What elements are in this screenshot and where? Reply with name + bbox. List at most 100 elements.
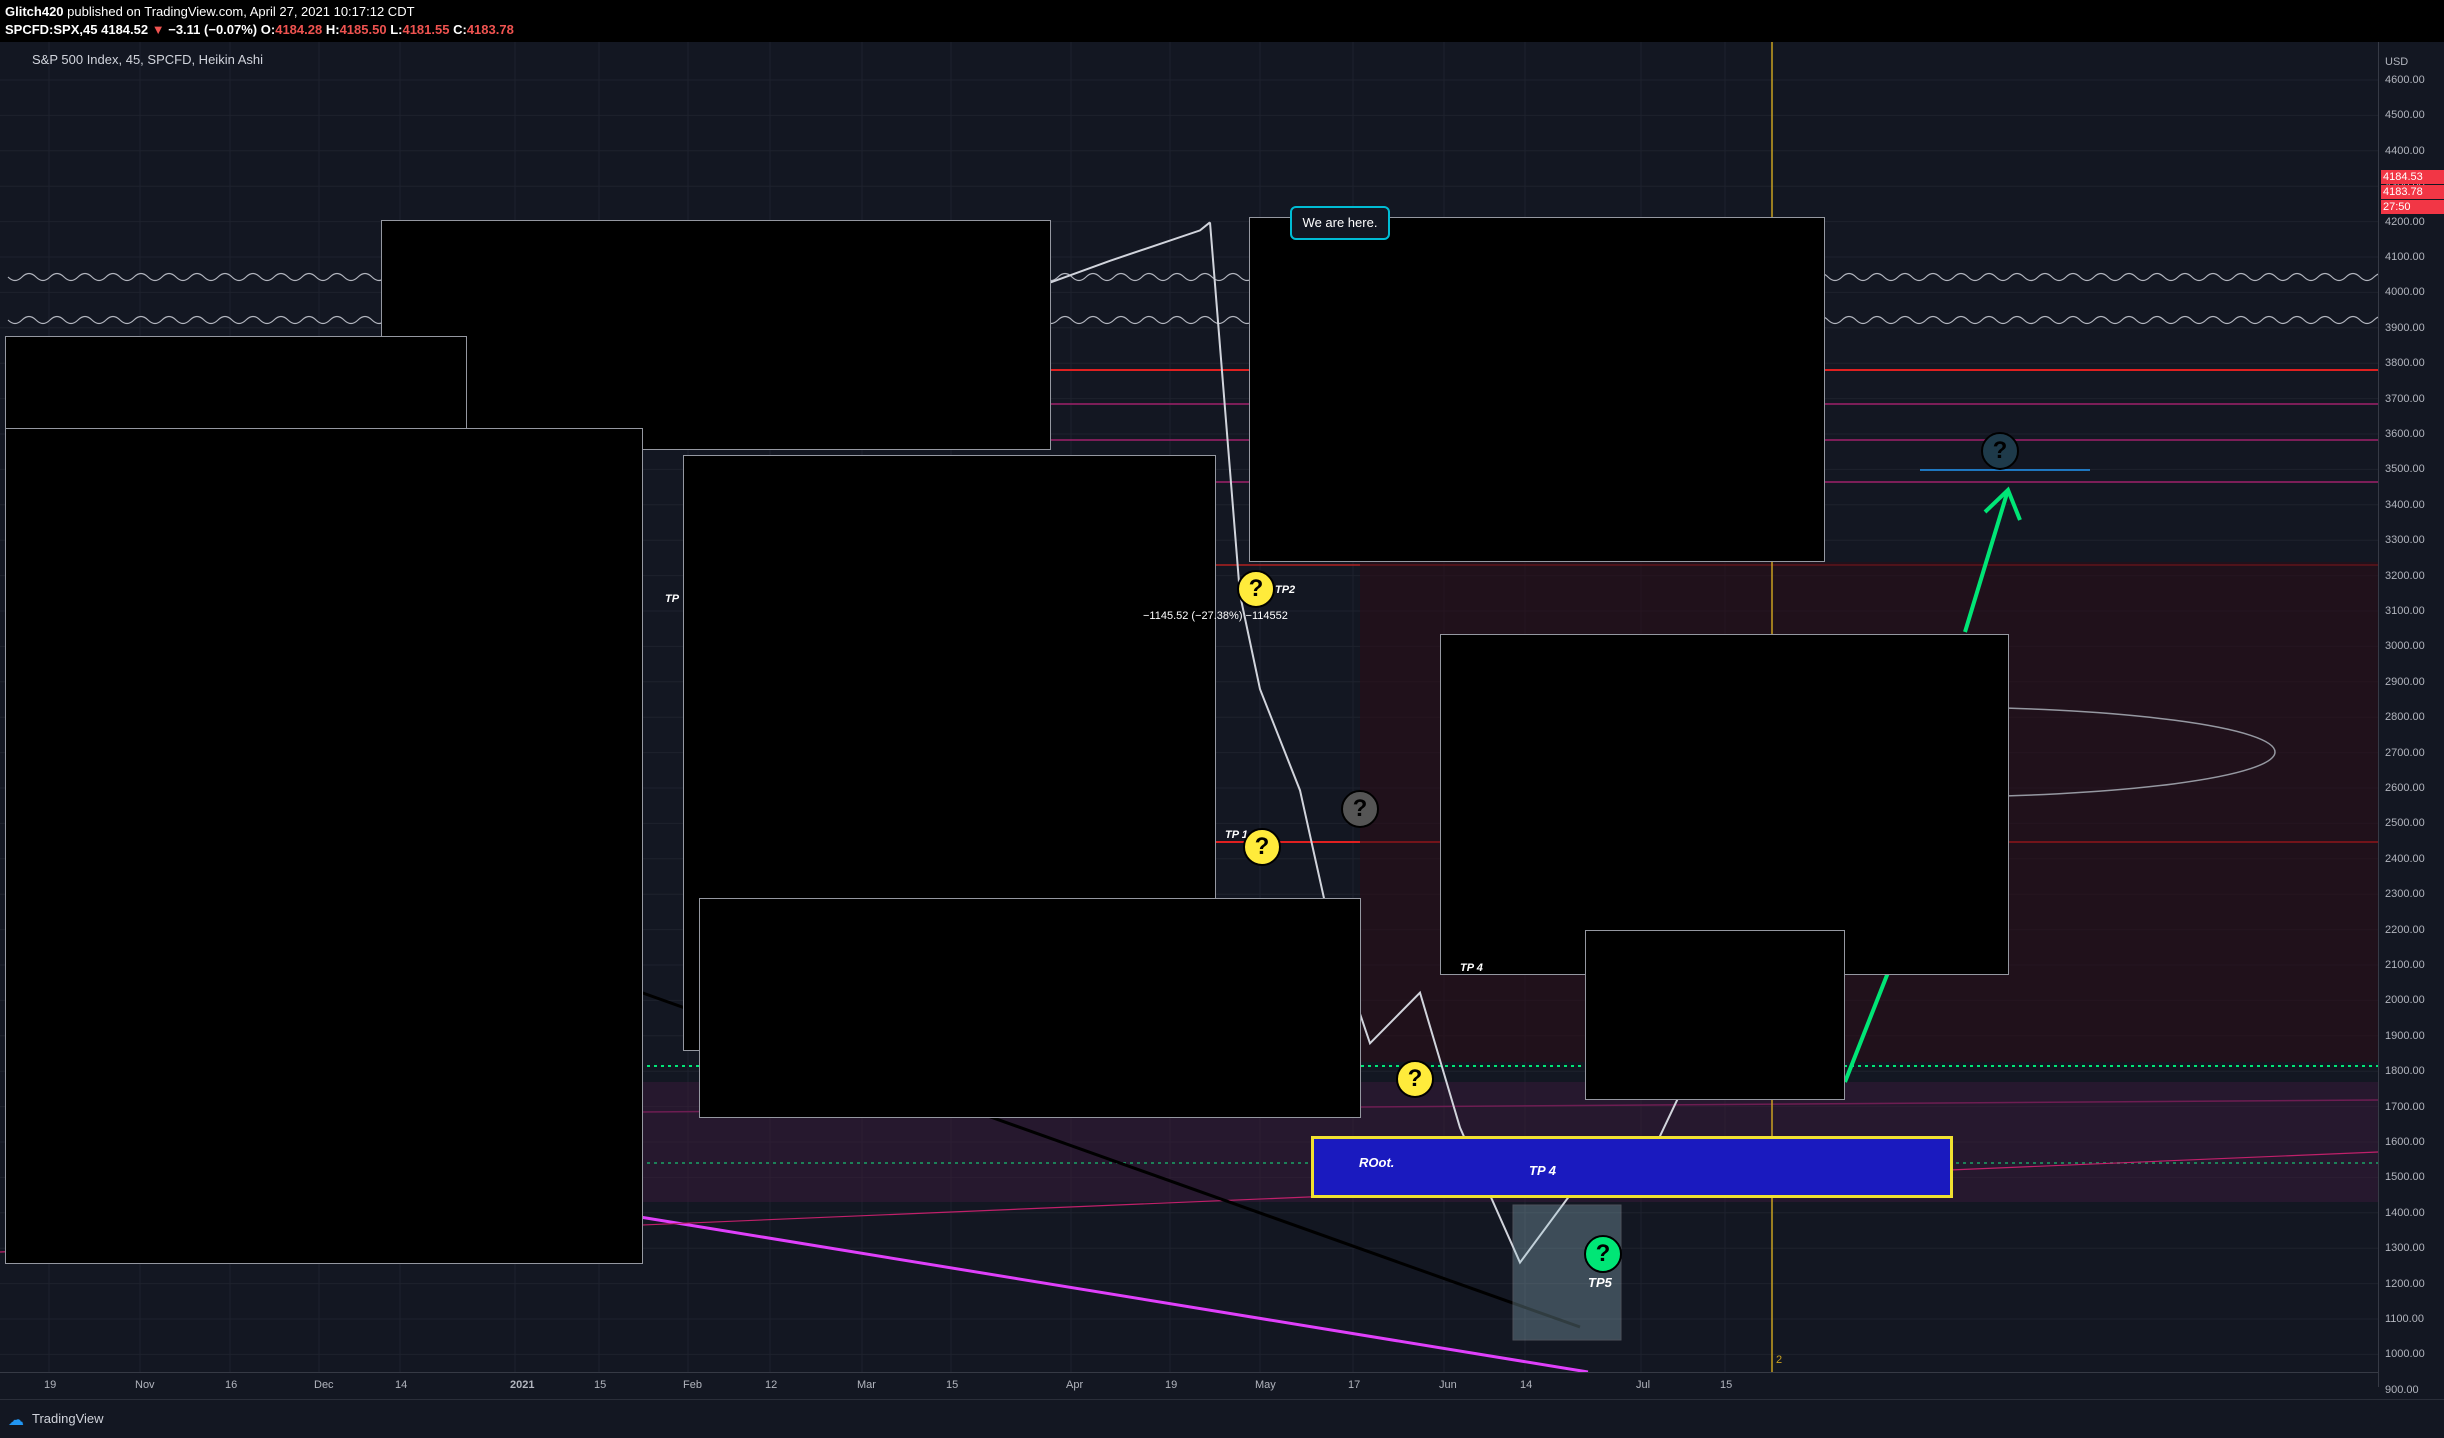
price-tick: 3500.00 [2385,463,2425,476]
publish-line: Glitch420 published on TradingView.com, … [5,3,415,20]
price-tick: 1500.00 [2385,1171,2425,1184]
redacted-box-3 [5,428,643,1264]
time-tick: Jul [1636,1379,1651,1391]
price-tick: 2100.00 [2385,959,2425,971]
symbol-suffix: 45 [83,22,98,37]
price-tick: 4100.00 [2385,251,2425,263]
measure-label: −1145.52 (−27.38%) −114552 [1143,610,1288,622]
question-icon-gray[interactable]: ? [1341,790,1379,828]
price-tick: 3700.00 [2385,392,2425,405]
price-tick: 1100.00 [2385,1313,2424,1325]
time-tick: 15 [1720,1379,1733,1391]
time-tick: 12 [765,1379,778,1391]
price-axis[interactable]: USD 4600.004500.004400.004300.004200.004… [2378,42,2444,1396]
price-tick: 2800.00 [2385,711,2425,724]
c-label: C: [453,22,467,37]
time-tick: 17 [1348,1379,1361,1391]
price-tick: 1900.00 [2385,1029,2425,1042]
tp2-label: TP2 [1275,584,1296,596]
publisher[interactable]: Glitch420 [5,4,64,19]
close-value: 4183.78 [466,22,514,37]
price-tick: 2500.00 [2385,817,2425,830]
last-price: 4184.52 [101,22,149,37]
tp4-root-box[interactable]: ROot. TP 4 [1311,1136,1953,1198]
tp4-label: TP 4 [1460,962,1483,974]
price-tick: 2900.00 [2385,675,2425,688]
time-tick: 15 [594,1379,607,1391]
footer-brand[interactable]: TradingView [32,1411,104,1426]
time-tick: Mar [857,1379,876,1391]
we-are-here-callout[interactable]: We are here. [1290,206,1390,240]
time-tick: Apr [1066,1379,1084,1391]
price-tick: 4400.00 [2385,144,2425,157]
price-tick: 1200.00 [2385,1277,2425,1290]
question-icon-tp1[interactable]: ? [1243,828,1281,866]
high-value: 4185.50 [339,22,387,37]
redacted-box-7 [1440,634,2009,975]
price-tick: 3400.00 [2385,498,2425,511]
magenta-trendline [639,1215,1589,1372]
symbol-line: SPCFD:SPX,45 4184.52 ▼ −3.11 (−0.07%) O:… [5,21,514,38]
redacted-box-8 [1585,930,1845,1100]
currency-label: USD [2385,56,2409,68]
chart-legend[interactable]: S&P 500 Index, 45, SPCFD, Heikin Ashi [32,52,263,67]
symbol[interactable]: SPCFD:SPX, [5,22,83,37]
price-tick: 4500.00 [2385,109,2425,122]
question-icon-tp4[interactable]: ? [1396,1060,1434,1098]
l-label: L: [390,22,403,37]
price-label-close: 4183.78 [2381,185,2444,199]
o-label: O: [260,22,276,37]
wave-lines [7,272,2378,325]
published-text: published on TradingView.com, April 27, … [67,4,415,19]
price-tick: 2000.00 [2385,994,2425,1007]
price-tick: 4000.00 [2385,286,2425,299]
price-tick: 3600.00 [2385,428,2425,440]
down-arrow-icon: ▼ [151,22,165,37]
time-tick: 16 [225,1379,238,1391]
price-tick: 2600.00 [2385,782,2425,794]
vertical-marker-label: 2 [1776,1354,1783,1366]
price-tick: 1000.00 [2385,1348,2425,1361]
price-tick: 900.00 [2385,1383,2419,1396]
price-tick: 2400.00 [2385,852,2425,865]
time-axis[interactable]: 19 Nov 16 Dec 14 2021 15 Feb 12 Mar 15 Apr 19 May 17 Ju… [0,1372,2378,1400]
time-tick: Dec [314,1379,334,1391]
tp5-label: TP5 [1588,1275,1612,1290]
countdown-label: 27:50 [2381,200,2444,214]
low-value: 4181.55 [402,22,450,37]
time-tick: May [1255,1379,1276,1391]
question-icon-tp5[interactable]: ? [1584,1235,1622,1273]
tp-left-label: TP [665,593,680,605]
price-tick: 2300.00 [2385,888,2425,901]
price-tick: 3000.00 [2385,640,2425,653]
time-tick: 15 [946,1379,959,1391]
open-value: 4184.28 [275,22,323,37]
price-tick: 3900.00 [2385,321,2425,334]
price-tick: 3200.00 [2385,569,2425,582]
price-tick: 3800.00 [2385,357,2425,370]
price-tick: 3300.00 [2385,534,2425,547]
price-change: −3.11 (−0.07%) [168,22,258,37]
price-series-pre [1044,221,1211,286]
redacted-box-5 [699,898,1361,1118]
question-icon-target[interactable]: ? [1981,432,2019,470]
time-tick: Feb [683,1379,702,1391]
price-tick: 3100.00 [2385,605,2425,617]
footer: ☁ TradingView [0,1399,2444,1438]
time-tick: 19 [44,1379,57,1391]
time-tick: 14 [1520,1379,1533,1391]
price-tick: 1400.00 [2385,1206,2425,1219]
time-tick: Jun [1439,1379,1457,1391]
question-icon-tp2[interactable]: ? [1237,570,1275,608]
time-tick: 2021 [510,1379,535,1391]
price-tick: 1800.00 [2385,1065,2425,1078]
redacted-box-6 [1249,217,1825,562]
price-tick: 1600.00 [2385,1136,2425,1148]
chart-area[interactable]: We are here. ROot. TP 4 TP2 TP 1 TP 4 TP… [0,42,2444,1387]
root-label: ROot. [1359,1155,1395,1170]
price-tick: 4200.00 [2385,215,2425,228]
h-label: H: [325,22,340,37]
price-tick: 1300.00 [2385,1242,2425,1255]
tp4-box-label: TP 4 [1529,1163,1556,1178]
top-bar: Glitch420 published on TradingView.com, … [0,0,2444,42]
